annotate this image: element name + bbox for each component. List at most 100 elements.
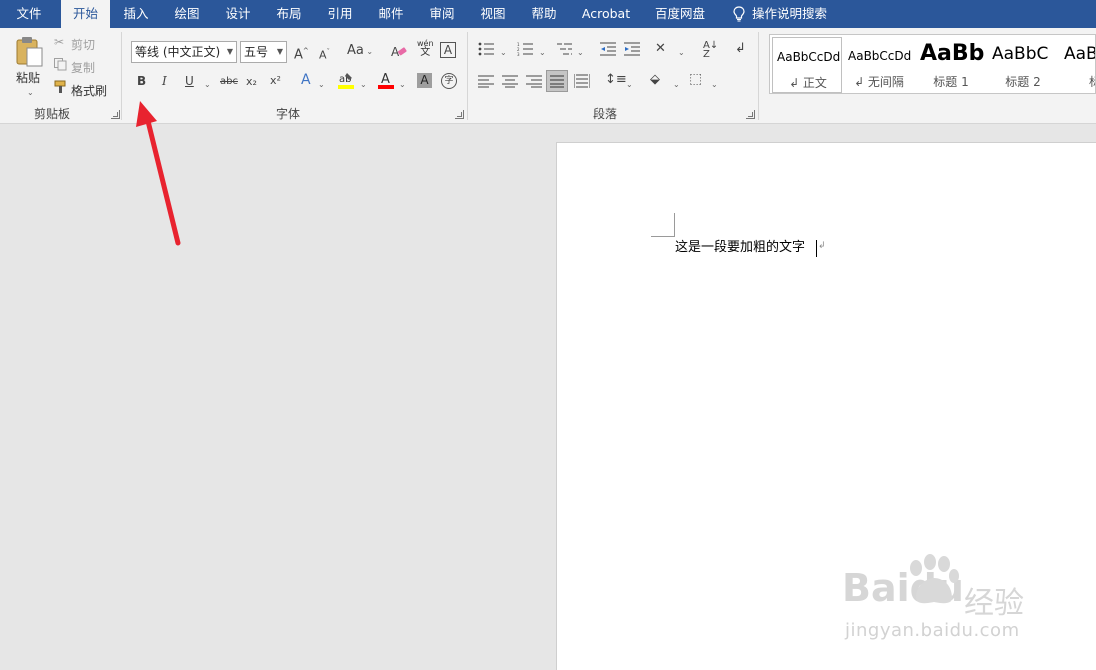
- underline-dropdown-icon[interactable]: ⌄: [204, 78, 211, 92]
- bullets-icon[interactable]: [478, 42, 494, 56]
- margin-corner-mark: [674, 213, 675, 237]
- group-divider: [467, 32, 468, 120]
- style-title[interactable]: AaB 标: [1060, 37, 1095, 93]
- character-border-icon[interactable]: A: [440, 42, 456, 58]
- multilevel-dropdown-icon[interactable]: ⌄: [577, 46, 584, 60]
- paragraph-launcher-icon[interactable]: [746, 110, 755, 119]
- font-launcher-icon[interactable]: [455, 110, 464, 119]
- svg-text:3: 3: [517, 52, 520, 56]
- multilevel-list-icon[interactable]: [556, 42, 572, 56]
- line-spacing-icon[interactable]: ↕≡: [605, 73, 627, 87]
- clear-formatting-icon[interactable]: A: [391, 43, 407, 59]
- svg-text:A: A: [381, 72, 390, 87]
- bold-button[interactable]: B: [137, 74, 146, 88]
- change-case-icon[interactable]: Aa ⌄: [347, 44, 373, 59]
- tab-file[interactable]: 文件: [6, 0, 52, 28]
- style-heading-2[interactable]: AaBbC 标题 2: [988, 37, 1058, 93]
- tab-home[interactable]: 开始: [61, 0, 110, 28]
- text-effects-icon[interactable]: A: [301, 73, 311, 87]
- ribbon-tab-bar: 文件 开始 插入 绘图 设计 布局 引用 邮件 审阅 视图 帮助 Acrobat…: [0, 0, 1096, 28]
- font-size-select[interactable]: 五号 ▼: [240, 41, 287, 63]
- paste-icon[interactable]: [15, 36, 45, 68]
- text-effects-dropdown-icon[interactable]: ⌄: [318, 78, 325, 92]
- tab-design[interactable]: 设计: [218, 0, 258, 28]
- tab-insert[interactable]: 插入: [116, 0, 156, 28]
- style-normal[interactable]: AaBbCcDd ↲ 正文: [772, 37, 842, 93]
- style-no-spacing[interactable]: AaBbCcDd ↲ 无间隔: [844, 37, 914, 93]
- decrease-indent-icon[interactable]: [600, 42, 616, 56]
- shrink-font-icon[interactable]: Aˇ: [319, 45, 330, 63]
- bullets-dropdown-icon[interactable]: ⌄: [500, 46, 507, 60]
- justify-button[interactable]: [546, 70, 568, 92]
- tab-view[interactable]: 视图: [473, 0, 513, 28]
- styles-gallery: AaBbCcDd ↲ 正文 AaBbCcDd ↲ 无间隔 AaBb 标题 1 A…: [769, 34, 1096, 94]
- cut-button[interactable]: 剪切: [71, 36, 95, 53]
- borders-icon[interactable]: ⬚: [689, 72, 702, 86]
- shading-dropdown-icon[interactable]: ⌄: [673, 78, 680, 92]
- borders-dropdown-icon[interactable]: ⌄: [711, 78, 718, 92]
- copy-icon[interactable]: [54, 58, 67, 71]
- chevron-down-icon: ▼: [226, 47, 233, 56]
- style-heading-1[interactable]: AaBb 标题 1: [916, 37, 986, 93]
- increase-indent-icon[interactable]: [624, 42, 640, 56]
- watermark-url: jingyan.baidu.com: [845, 620, 1020, 641]
- enclose-characters-icon[interactable]: 字: [441, 73, 457, 89]
- sort-icon[interactable]: A↓ Z: [703, 41, 718, 60]
- show-marks-icon[interactable]: ↲: [735, 42, 746, 56]
- tab-acrobat[interactable]: Acrobat: [578, 0, 634, 28]
- paragraph-mark: ↲: [818, 241, 826, 251]
- character-shading-icon[interactable]: A: [417, 73, 432, 88]
- font-name-value: 等线 (中文正文): [135, 45, 221, 59]
- paste-button[interactable]: 粘贴: [16, 69, 40, 86]
- font-group-label: 字体: [276, 107, 301, 121]
- paragraph-group-label: 段落: [593, 107, 618, 121]
- superscript-button[interactable]: x²: [270, 74, 281, 88]
- format-painter-button[interactable]: 格式刷: [71, 82, 107, 99]
- copy-button[interactable]: 复制: [71, 59, 95, 76]
- tab-review[interactable]: 审阅: [422, 0, 462, 28]
- tab-layout[interactable]: 布局: [269, 0, 309, 28]
- cut-icon[interactable]: ✂: [54, 35, 64, 49]
- lightbulb-icon[interactable]: [733, 6, 745, 22]
- font-name-select[interactable]: 等线 (中文正文) ▼: [131, 41, 237, 63]
- font-color-icon[interactable]: A: [377, 71, 395, 89]
- text-cursor: [816, 240, 817, 257]
- watermark-jingyan: 经验: [964, 586, 1024, 621]
- underline-button[interactable]: U: [185, 74, 194, 88]
- strikethrough-button[interactable]: abc: [220, 75, 238, 89]
- grow-font-icon[interactable]: A^: [294, 44, 309, 62]
- tab-mailings[interactable]: 邮件: [371, 0, 411, 28]
- highlight-icon[interactable]: ab: [337, 71, 355, 89]
- tab-baidu-netdisk[interactable]: 百度网盘: [650, 0, 710, 28]
- phonetic-guide-icon[interactable]: wén 文: [417, 39, 434, 58]
- distributed-icon[interactable]: [574, 74, 590, 88]
- font-size-value: 五号: [244, 45, 269, 59]
- highlight-dropdown-icon[interactable]: ⌄: [360, 78, 367, 92]
- clipboard-launcher-icon[interactable]: [111, 110, 120, 119]
- tab-references[interactable]: 引用: [320, 0, 360, 28]
- chinese-layout-dropdown-icon[interactable]: ⌄: [678, 46, 685, 60]
- shading-icon[interactable]: ⬙: [650, 73, 660, 87]
- align-right-icon[interactable]: [526, 75, 542, 88]
- align-center-icon[interactable]: [502, 75, 518, 88]
- tab-draw[interactable]: 绘图: [167, 0, 207, 28]
- font-color-dropdown-icon[interactable]: ⌄: [399, 78, 406, 92]
- paw-icon: [910, 554, 959, 604]
- chinese-layout-icon[interactable]: ✕: [655, 42, 666, 56]
- document-paragraph[interactable]: 这是一段要加粗的文字: [675, 239, 805, 257]
- chevron-down-icon: ▼: [276, 47, 283, 56]
- italic-button[interactable]: I: [162, 74, 167, 88]
- format-painter-icon[interactable]: [54, 80, 68, 94]
- numbering-icon[interactable]: 1 2 3: [517, 42, 533, 56]
- tell-me-search[interactable]: 操作说明搜索: [752, 0, 836, 28]
- numbering-dropdown-icon[interactable]: ⌄: [539, 46, 546, 60]
- group-divider: [121, 32, 122, 120]
- clipboard-group-label: 剪贴板: [34, 107, 71, 121]
- tab-help[interactable]: 帮助: [524, 0, 564, 28]
- line-spacing-dropdown-icon[interactable]: ⌄: [626, 78, 633, 92]
- paste-dropdown-icon[interactable]: ⌄: [27, 86, 34, 100]
- align-left-icon[interactable]: [478, 75, 494, 88]
- justify-icon: [550, 75, 564, 88]
- annotation-arrow-icon: [136, 101, 181, 246]
- subscript-button[interactable]: x₂: [246, 75, 257, 89]
